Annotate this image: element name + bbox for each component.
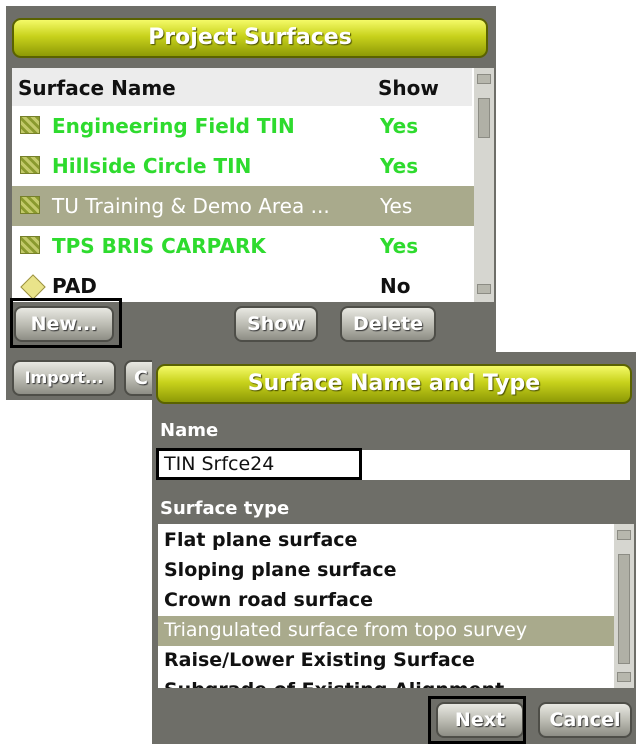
scroll-down-icon[interactable]: [617, 672, 631, 682]
tin-icon: [20, 116, 40, 134]
surface-type-item-selected[interactable]: Triangulated surface from topo survey: [158, 616, 614, 646]
scroll-up-icon[interactable]: [617, 530, 631, 540]
surface-type-list[interactable]: Flat plane surface Sloping plane surface…: [158, 524, 634, 688]
surface-show: Yes: [380, 114, 419, 138]
name-label: Name: [160, 420, 219, 441]
surface-show: Yes: [380, 194, 413, 218]
project-surfaces-dialog: Project Surfaces Surface Name Show Engin…: [6, 6, 496, 400]
surface-name: TU Training & Demo Area ...: [52, 194, 330, 218]
surface-type-scrollbar[interactable]: [614, 524, 634, 688]
surface-row[interactable]: TPS BRIS CARPARK Yes: [12, 226, 474, 266]
column-header-surface-name: Surface Name: [18, 76, 176, 100]
cancel-button[interactable]: Cancel: [538, 702, 632, 738]
pad-icon: [20, 274, 46, 300]
scroll-down-icon[interactable]: [477, 284, 491, 294]
new-button-highlight: [10, 298, 122, 348]
column-header-show: Show: [378, 76, 439, 100]
surface-row[interactable]: PAD No: [12, 266, 474, 302]
surface-type-item[interactable]: Flat plane surface: [158, 526, 614, 556]
tin-icon: [20, 196, 40, 214]
surface-row[interactable]: Hillside Circle TIN Yes: [12, 146, 474, 186]
scroll-thumb[interactable]: [478, 98, 490, 138]
surface-type-item[interactable]: Subgrade of Existing Alignment: [158, 676, 614, 688]
surface-type-label: Surface type: [160, 498, 290, 519]
surface-type-item[interactable]: Sloping plane surface: [158, 556, 614, 586]
list-header: Surface Name Show: [12, 68, 472, 106]
tin-icon: [20, 236, 40, 254]
surface-row[interactable]: Engineering Field TIN Yes: [12, 106, 474, 146]
surface-type-item[interactable]: Crown road surface: [158, 586, 614, 616]
surface-name: PAD: [52, 274, 97, 298]
surface-show: No: [380, 274, 411, 298]
surface-type-item[interactable]: Raise/Lower Existing Surface: [158, 646, 614, 676]
next-button-highlight: [428, 696, 526, 744]
surface-name: Engineering Field TIN: [52, 114, 295, 138]
scroll-up-icon[interactable]: [477, 74, 491, 84]
name-input-highlight: [156, 448, 362, 480]
surface-name-type-title: Surface Name and Type: [156, 364, 632, 404]
surface-row-selected[interactable]: TU Training & Demo Area ... Yes: [12, 186, 474, 226]
tin-icon: [20, 156, 40, 174]
surface-list-scrollbar[interactable]: [474, 68, 494, 302]
show-button[interactable]: Show: [234, 306, 318, 342]
surface-name: TPS BRIS CARPARK: [52, 234, 266, 258]
scroll-thumb[interactable]: [618, 554, 630, 664]
surface-name-type-dialog: Surface Name and Type Name TIN Srfce24 S…: [152, 352, 636, 744]
import-button[interactable]: Import...: [12, 360, 116, 396]
surface-show: Yes: [380, 154, 419, 178]
surface-show: Yes: [380, 234, 419, 258]
surface-name: Hillside Circle TIN: [52, 154, 252, 178]
surface-list[interactable]: Surface Name Show Engineering Field TIN …: [12, 68, 494, 302]
delete-button[interactable]: Delete: [340, 306, 436, 342]
project-surfaces-title: Project Surfaces: [12, 18, 488, 58]
